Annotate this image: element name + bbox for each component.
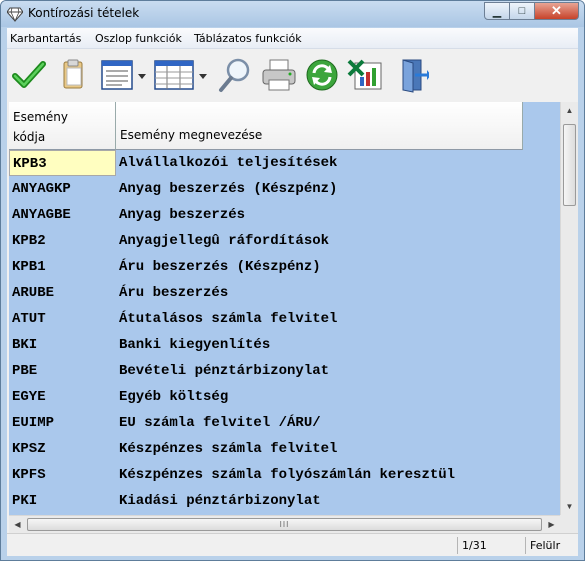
minimize-icon: ▁ — [492, 5, 502, 18]
table-view-icon[interactable] — [152, 55, 210, 95]
record-position: 1/31 — [457, 537, 525, 554]
excel-export-icon[interactable] — [346, 55, 386, 95]
scrollbar-corner — [560, 515, 578, 533]
event-name-cell[interactable]: Bevételi pénztárbizonylat — [119, 358, 523, 384]
column-header-name-label: Esemény megnevezése — [120, 128, 263, 142]
event-code-cell[interactable]: ATUT — [9, 306, 116, 332]
event-code-cell[interactable]: PBE — [9, 358, 116, 384]
grip-icon: III — [279, 520, 290, 529]
event-code-cell[interactable]: ANYAGKP — [9, 176, 116, 202]
scroll-down-icon: ▼ — [565, 502, 574, 511]
refresh-icon[interactable] — [302, 55, 342, 95]
event-code-cell[interactable]: KPSZ — [9, 436, 116, 462]
scroll-left-icon: ◀ — [14, 520, 21, 529]
event-code-cell[interactable]: ANYAGBE — [9, 202, 116, 228]
menu-bar: Karbantartás Oszlop funkciók Táblázatos … — [7, 28, 578, 49]
event-name-cell[interactable]: Átutalásos számla felvitel — [119, 306, 523, 332]
diamond-app-icon — [7, 7, 23, 22]
event-code-cell[interactable]: BKI — [9, 332, 116, 358]
close-button[interactable]: ✕ — [534, 2, 579, 20]
event-code-cell[interactable]: KPFS — [9, 462, 116, 488]
table-row[interactable]: KPB1 Áru beszerzés (Készpénz) — [9, 254, 523, 280]
event-name-cell[interactable]: Egyéb költség — [119, 384, 523, 410]
maximize-icon: □ — [518, 5, 526, 17]
event-name-cell[interactable]: Anyagjellegû ráfordítások — [119, 228, 523, 254]
scroll-left-button[interactable]: ◀ — [9, 516, 26, 533]
toolbar — [7, 49, 578, 101]
table-row[interactable]: KPFS Készpénzes számla folyószámlán keres… — [9, 462, 523, 488]
event-code-cell[interactable]: EGYE — [9, 384, 116, 410]
vertical-scrollbar[interactable]: ▲ ▼ — [560, 102, 578, 515]
table-row[interactable]: PBE Bevételi pénztárbizonylat — [9, 358, 523, 384]
event-name-cell[interactable]: Banki kiegyenlítés — [119, 332, 523, 358]
table-row[interactable]: BKI Banki kiegyenlítés — [9, 332, 523, 358]
event-code-cell[interactable]: PKI — [9, 488, 116, 514]
minimize-button[interactable]: ▁ — [484, 2, 510, 20]
event-name-cell[interactable]: Anyag beszerzés — [119, 202, 523, 228]
ok-check-icon[interactable] — [9, 55, 49, 95]
scroll-up-icon: ▲ — [565, 106, 574, 115]
event-code-cell[interactable]: KPB3 — [9, 150, 116, 176]
print-icon[interactable] — [259, 55, 299, 95]
event-code-cell[interactable]: EUIMP — [9, 410, 116, 436]
event-code-cell[interactable]: KPB1 — [9, 254, 116, 280]
clipboard-icon[interactable] — [53, 55, 93, 95]
title-bar[interactable]: Kontírozási tételek ▁ □ ✕ — [1, 1, 584, 27]
event-name-cell[interactable]: EU számla felvitel /ÁRU/ — [119, 410, 523, 436]
table-row[interactable]: KPSZ Készpénzes számla felvitel — [9, 436, 523, 462]
status-bar: 1/31 Felülr — [7, 533, 578, 556]
column-header-event-name[interactable]: Esemény megnevezése — [116, 102, 523, 150]
menu-karbantartas[interactable]: Karbantartás — [10, 32, 81, 45]
event-code-cell[interactable]: ARUBE — [9, 280, 116, 306]
column-header-code-line2: kódja — [13, 130, 46, 144]
horizontal-scroll-thumb[interactable]: III — [27, 518, 542, 531]
column-header-code-line1: Esemény — [13, 110, 68, 124]
event-name-cell[interactable]: Kiadási pénztárbizonylat — [119, 488, 523, 514]
menu-oszlop-funkciok[interactable]: Oszlop funkciók — [95, 32, 182, 45]
table-row[interactable]: KPB3 Alvállalkozói teljesítések — [9, 150, 523, 176]
data-grid: Esemény kódja Esemény megnevezése KPB3 Al… — [9, 102, 560, 515]
table-row[interactable]: KPB2 Anyagjellegû ráfordítások — [9, 228, 523, 254]
scroll-up-button[interactable]: ▲ — [561, 102, 578, 119]
table-row[interactable]: ATUT Átutalásos számla felvitel — [9, 306, 523, 332]
close-icon: ✕ — [551, 3, 562, 18]
search-icon[interactable] — [215, 55, 255, 95]
event-name-cell[interactable]: Áru beszerzés (Készpénz) — [119, 254, 523, 280]
table-row[interactable]: PKI Kiadási pénztárbizonylat — [9, 488, 523, 514]
vertical-scroll-thumb[interactable] — [563, 124, 576, 206]
table-row[interactable]: EGYE Egyéb költség — [9, 384, 523, 410]
scroll-down-button[interactable]: ▼ — [561, 498, 578, 515]
event-name-cell[interactable]: Áru beszerzés — [119, 280, 523, 306]
client-area: Karbantartás Oszlop funkciók Táblázatos … — [7, 28, 578, 556]
table-row[interactable]: ARUBE Áru beszerzés — [9, 280, 523, 306]
event-name-cell[interactable]: Anyag beszerzés (Készpénz) — [119, 176, 523, 202]
application-window: Kontírozási tételek ▁ □ ✕ Karbantartás O… — [0, 0, 585, 561]
edit-mode-indicator: Felülr — [525, 537, 577, 554]
event-name-cell[interactable]: Alvállalkozói teljesítések — [119, 150, 523, 176]
column-header-event-code[interactable]: Esemény kódja — [9, 102, 116, 150]
event-code-cell[interactable]: KPB2 — [9, 228, 116, 254]
menu-tablazatos-funkciok[interactable]: Táblázatos funkciók — [194, 32, 302, 45]
event-name-cell[interactable]: Készpénzes számla folyószámlán keresztül — [119, 462, 523, 488]
table-row[interactable]: ANYAGKP Anyag beszerzés (Készpénz) — [9, 176, 523, 202]
table-row[interactable]: EUIMP EU számla felvitel /ÁRU/ — [9, 410, 523, 436]
scroll-right-button[interactable]: ▶ — [543, 516, 560, 533]
scroll-right-icon: ▶ — [548, 520, 555, 529]
event-name-cell[interactable]: Készpénzes számla felvitel — [119, 436, 523, 462]
table-body: KPB3 Alvállalkozói teljesítések ANYAGKP An… — [9, 150, 523, 514]
horizontal-scrollbar[interactable]: ◀ III ▶ — [9, 515, 560, 533]
exit-door-icon[interactable] — [393, 55, 433, 95]
window-title: Kontírozási tételek — [28, 6, 140, 20]
table-row[interactable]: ANYAGBE Anyag beszerzés — [9, 202, 523, 228]
document-view-icon[interactable] — [99, 55, 149, 95]
maximize-button[interactable]: □ — [509, 2, 535, 20]
